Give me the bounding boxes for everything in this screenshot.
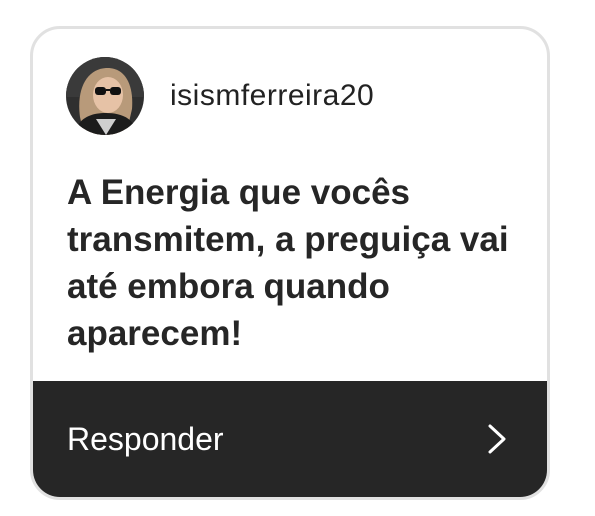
reply-button-label: Responder <box>67 420 224 457</box>
reply-button[interactable]: Responder <box>33 381 547 497</box>
username[interactable]: isismferreira20 <box>170 79 374 113</box>
question-card: isismferreira20 A Energia que vocês tran… <box>30 26 550 500</box>
avatar-image <box>66 57 144 135</box>
card-header: isismferreira20 <box>66 56 374 136</box>
avatar[interactable] <box>66 57 144 135</box>
question-text: A Energia que vocês transmitem, a pregui… <box>67 173 509 353</box>
chevron-right-icon <box>488 424 506 454</box>
